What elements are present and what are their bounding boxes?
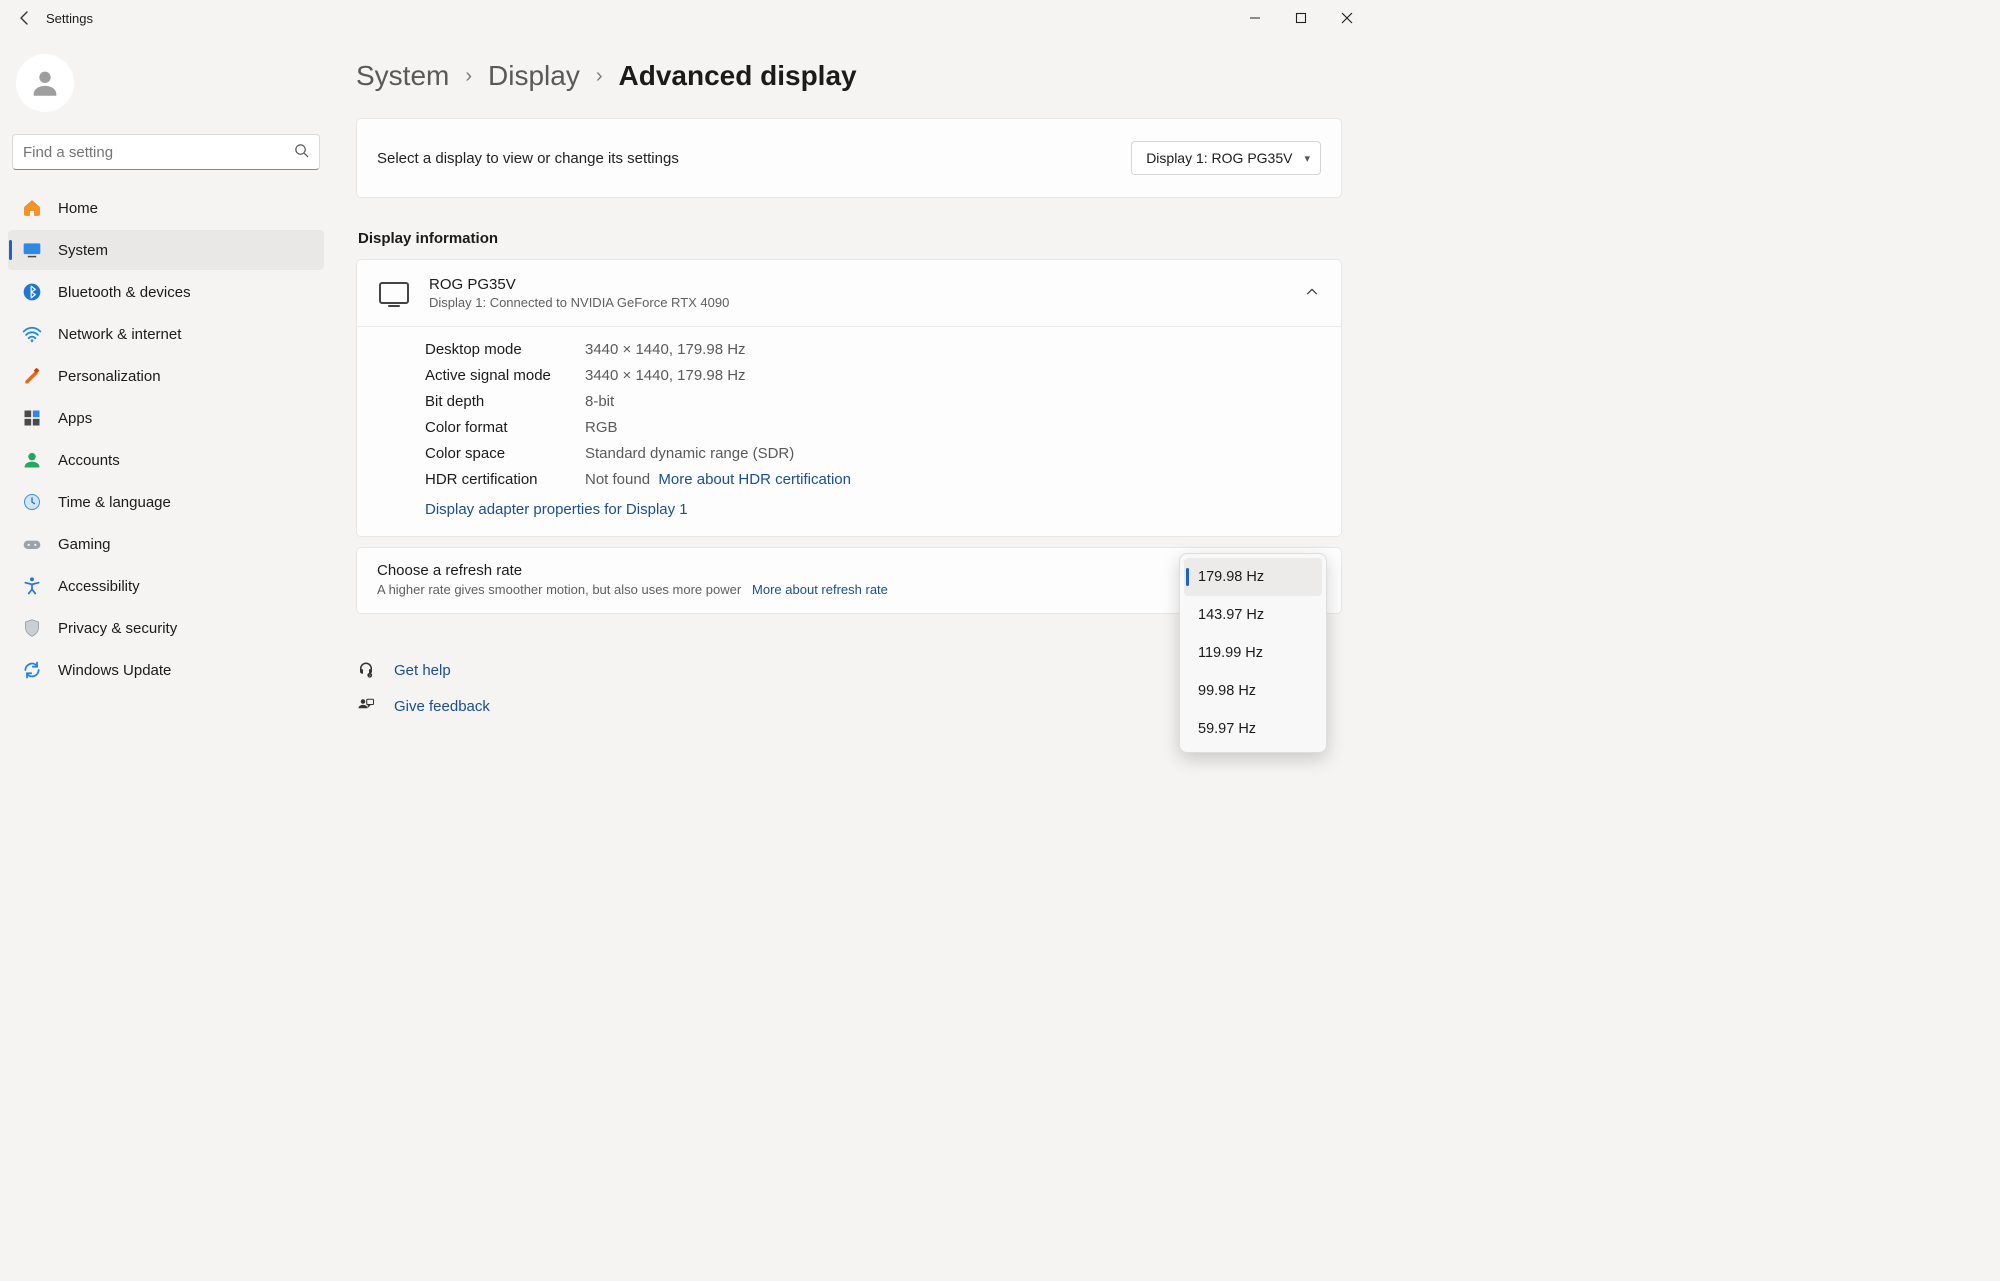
nav-system[interactable]: System (8, 230, 324, 270)
feedback-icon (356, 696, 376, 716)
refresh-option[interactable]: 59.97 Hz (1184, 710, 1322, 748)
display-properties: Desktop mode 3440 × 1440, 179.98 Hz Acti… (357, 326, 1341, 536)
window-title: Settings (46, 11, 93, 26)
prop-key: Color format (425, 419, 585, 436)
refresh-option[interactable]: 99.98 Hz (1184, 672, 1322, 710)
main-content: System › Display › Advanced display Sele… (332, 36, 1370, 878)
nav-gaming[interactable]: Gaming (8, 524, 324, 564)
nav-update[interactable]: Windows Update (8, 650, 324, 690)
refresh-option[interactable]: 119.99 Hz (1184, 634, 1322, 672)
breadcrumb-display[interactable]: Display (488, 60, 580, 92)
update-icon (22, 660, 42, 680)
prop-value: 3440 × 1440, 179.98 Hz (585, 341, 1319, 358)
time-icon (22, 492, 42, 512)
display-info-card: ROG PG35V Display 1: Connected to NVIDIA… (356, 259, 1342, 537)
nav-label: Accessibility (58, 578, 140, 595)
privacy-icon (22, 618, 42, 638)
display-selector[interactable]: Display 1: ROG PG35V ▾ (1131, 141, 1321, 175)
nav-home[interactable]: Home (8, 188, 324, 228)
system-icon (22, 240, 42, 260)
prop-value: Not found More about HDR certification (585, 471, 1319, 488)
nav-time[interactable]: Time & language (8, 482, 324, 522)
nav-label: Privacy & security (58, 620, 177, 637)
refresh-option[interactable]: 179.98 Hz (1184, 558, 1322, 596)
chevron-right-icon: › (465, 65, 472, 88)
refresh-rate-card: Choose a refresh rate A higher rate give… (356, 547, 1342, 614)
nav-label: Gaming (58, 536, 111, 553)
gaming-icon (22, 534, 42, 554)
nav-label: System (58, 242, 108, 259)
hdr-cert-link[interactable]: More about HDR certification (658, 471, 851, 488)
nav-label: Accounts (58, 452, 120, 469)
search-input[interactable] (23, 144, 294, 161)
titlebar: Settings (0, 0, 1370, 36)
prop-value: RGB (585, 419, 1319, 436)
monitor-icon (379, 282, 409, 304)
chevron-right-icon: › (596, 65, 603, 88)
apps-icon (22, 408, 42, 428)
display-info-header[interactable]: ROG PG35V Display 1: Connected to NVIDIA… (357, 260, 1341, 326)
accounts-icon (22, 450, 42, 470)
refresh-learn-link[interactable]: More about refresh rate (752, 582, 888, 597)
nav-apps[interactable]: Apps (8, 398, 324, 438)
prop-key: HDR certification (425, 471, 585, 488)
breadcrumb-system[interactable]: System (356, 60, 449, 92)
breadcrumb: System › Display › Advanced display (356, 60, 1342, 92)
section-display-info: Display information (358, 230, 1342, 247)
nav-label: Personalization (58, 368, 161, 385)
nav-label: Network & internet (58, 326, 181, 343)
back-button[interactable] (10, 3, 40, 33)
display-connection: Display 1: Connected to NVIDIA GeForce R… (429, 295, 729, 310)
nav-label: Home (58, 200, 98, 217)
prop-key: Desktop mode (425, 341, 585, 358)
display-selector-label: Select a display to view or change its s… (377, 150, 679, 167)
adapter-properties-link[interactable]: Display adapter properties for Display 1 (425, 501, 1319, 518)
nav-label: Bluetooth & devices (58, 284, 191, 301)
prop-key: Active signal mode (425, 367, 585, 384)
maximize-button[interactable] (1278, 2, 1324, 34)
nav-label: Time & language (58, 494, 171, 511)
page-title: Advanced display (619, 60, 857, 92)
svg-text:?: ? (369, 674, 371, 678)
nav-label: Windows Update (58, 662, 171, 679)
nav-bluetooth[interactable]: Bluetooth & devices (8, 272, 324, 312)
sidebar: Home System Bluetooth & devices Network … (0, 36, 332, 878)
nav-label: Apps (58, 410, 92, 427)
chevron-up-icon (1305, 285, 1319, 302)
close-button[interactable] (1324, 2, 1370, 34)
minimize-button[interactable] (1232, 2, 1278, 34)
bluetooth-icon (22, 282, 42, 302)
refresh-rate-dropdown[interactable]: 179.98 Hz 143.97 Hz 119.99 Hz 99.98 Hz 5… (1179, 553, 1327, 753)
chevron-down-icon: ▾ (1304, 152, 1310, 165)
display-selector-value: Display 1: ROG PG35V (1146, 150, 1292, 166)
search-icon (294, 143, 309, 162)
refresh-subtitle: A higher rate gives smoother motion, but… (377, 582, 741, 597)
nav-privacy[interactable]: Privacy & security (8, 608, 324, 648)
display-name: ROG PG35V (429, 276, 729, 293)
help-icon: ? (356, 660, 376, 680)
prop-key: Color space (425, 445, 585, 462)
prop-value: 3440 × 1440, 179.98 Hz (585, 367, 1319, 384)
prop-value: 8-bit (585, 393, 1319, 410)
search-box[interactable] (12, 134, 320, 170)
refresh-option[interactable]: 143.97 Hz (1184, 596, 1322, 634)
accessibility-icon (22, 576, 42, 596)
personalization-icon (22, 366, 42, 386)
nav-personalization[interactable]: Personalization (8, 356, 324, 396)
display-selector-card: Select a display to view or change its s… (356, 118, 1342, 198)
nav-accounts[interactable]: Accounts (8, 440, 324, 480)
prop-value: Standard dynamic range (SDR) (585, 445, 1319, 462)
nav-network[interactable]: Network & internet (8, 314, 324, 354)
prop-key: Bit depth (425, 393, 585, 410)
get-help-label: Get help (394, 662, 451, 679)
give-feedback-label: Give feedback (394, 698, 490, 715)
network-icon (22, 324, 42, 344)
home-icon (22, 198, 42, 218)
nav-accessibility[interactable]: Accessibility (8, 566, 324, 606)
avatar[interactable] (16, 54, 74, 112)
